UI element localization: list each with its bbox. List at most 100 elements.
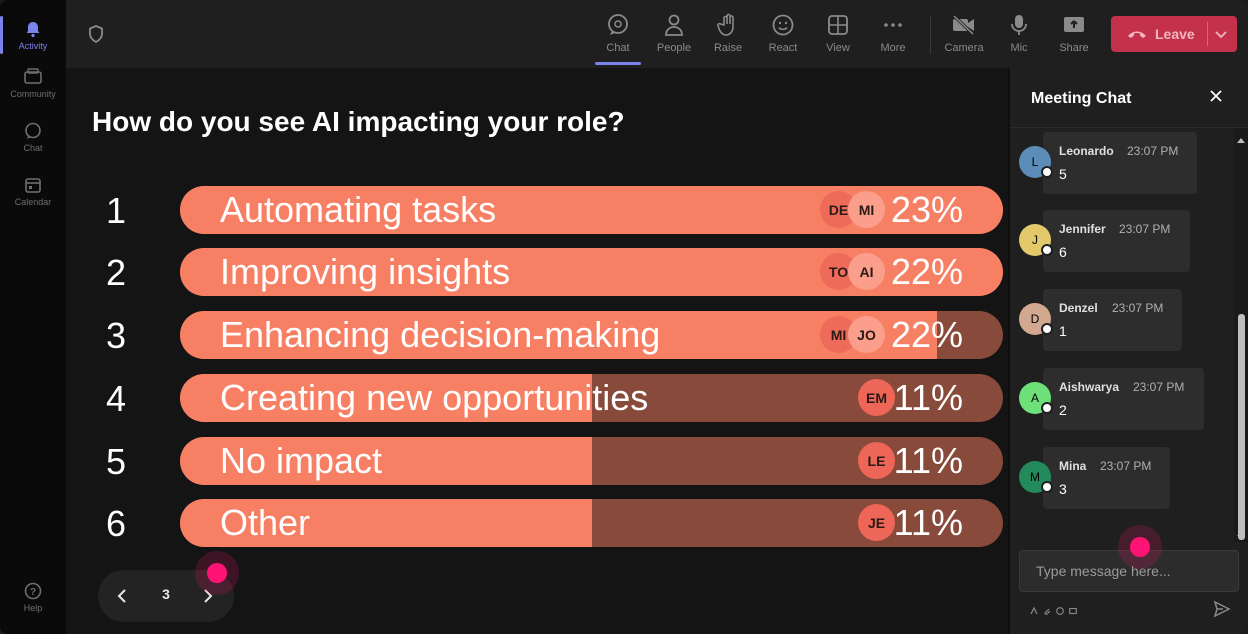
option-percent: 11% [893, 502, 963, 543]
voter-avatar: MI [848, 191, 885, 228]
camera-button[interactable]: Camera [939, 8, 989, 62]
option-label: No impact [220, 440, 383, 481]
meeting-chat-panel: Meeting Chat Leonardo 23:07 PM 5 L Jenni… [1010, 68, 1248, 634]
phone-hangup-icon [1127, 28, 1147, 40]
scroll-down-icon[interactable] [1237, 528, 1245, 540]
status-dot [1041, 402, 1053, 414]
chat-button[interactable]: Chat [593, 8, 643, 65]
toolbar-label: Chat [606, 42, 630, 54]
camera-off-icon [951, 12, 977, 38]
mic-icon [1006, 12, 1032, 38]
option-percent: 11% [893, 377, 963, 418]
message-input[interactable] [1020, 551, 1238, 591]
message-text: 1 [1059, 323, 1067, 339]
meeting-toolbar: Chat People Raise React View More Camera… [66, 0, 1248, 68]
raise-hand-button[interactable]: Raise [703, 8, 753, 62]
share-button[interactable]: Share [1049, 8, 1099, 62]
option-label: Improving insights [220, 251, 511, 292]
option-label: Creating new opportunities [220, 377, 649, 418]
option-percent: 23% [890, 189, 963, 230]
status-dot [1041, 166, 1053, 178]
scrollbar-thumb[interactable] [1238, 314, 1245, 540]
avatar-initial: L [1031, 155, 1039, 169]
chat-message: Denzel 23:07 PM 1 D [1010, 289, 1234, 353]
avatar-initial: M [1030, 470, 1040, 484]
people-icon [661, 12, 687, 38]
option-bar: Automating tasks DE MI 23% [180, 186, 1003, 234]
chat-scrollbar[interactable] [1234, 128, 1248, 542]
toolbar-label: More [880, 42, 906, 54]
message-bubble: Aishwarya 23:07 PM 2 [1043, 368, 1204, 430]
gif-icon[interactable] [1069, 602, 1077, 615]
option-number: 6 [106, 503, 127, 544]
chat-header: Meeting Chat [1010, 68, 1248, 128]
option-bar: Improving insights TO AI 22% [180, 248, 1003, 296]
pointer-indicator [207, 563, 227, 583]
shield-icon[interactable] [86, 24, 106, 44]
chevron-down-icon[interactable] [1213, 26, 1229, 42]
poll-option-row: 4 Creating new opportunities EM 11% [66, 374, 1008, 422]
attach-icon[interactable] [1043, 602, 1051, 615]
avatar: M [1019, 461, 1053, 493]
rail-item-label: Help [23, 603, 43, 613]
leave-button[interactable]: Leave [1111, 16, 1237, 52]
community-icon [23, 67, 43, 87]
chat-message-list: Leonardo 23:07 PM 5 L Jennifer 23:07 PM … [1010, 128, 1234, 542]
people-button[interactable]: People [649, 8, 699, 62]
emoji-icon[interactable] [1056, 602, 1064, 615]
message-text: 6 [1059, 244, 1067, 260]
view-icon [825, 12, 851, 38]
chat-icon [605, 12, 631, 38]
chat-message: Leonardo 23:07 PM 5 L [1010, 132, 1234, 196]
option-label: Automating tasks [220, 189, 497, 230]
more-button[interactable]: More [868, 8, 918, 62]
option-label: Enhancing decision-making [220, 314, 661, 355]
option-label: Other [220, 502, 311, 543]
scroll-up-icon[interactable] [1237, 132, 1245, 143]
message-author: Aishwarya [1059, 380, 1120, 394]
option-bar: Other JE 11% [180, 499, 1003, 547]
avatar-initial: A [1030, 391, 1039, 405]
format-icon[interactable] [1030, 602, 1038, 615]
rail-item-label: Activity [18, 41, 48, 51]
rail-item-help[interactable]: ? Help [4, 572, 62, 622]
view-button[interactable]: View [813, 8, 863, 62]
raise-hand-icon [715, 12, 741, 38]
message-text: 3 [1059, 481, 1067, 497]
message-author: Mina [1059, 459, 1087, 473]
toolbar-label: View [826, 42, 850, 54]
status-dot [1041, 323, 1053, 335]
message-time: 23:07 PM [1119, 222, 1171, 236]
rail-item-label: Calendar [14, 197, 52, 207]
rail-item-community[interactable]: Community [4, 58, 62, 108]
format-toolbar [1030, 602, 1077, 615]
rail-item-activity[interactable]: Activity [0, 10, 62, 60]
pointer-indicator [1130, 537, 1150, 557]
send-icon[interactable] [1213, 600, 1231, 618]
message-time: 23:07 PM [1100, 459, 1152, 473]
page-number: 3 [162, 586, 170, 602]
chevron-left-icon[interactable] [112, 586, 132, 606]
chat-icon [23, 121, 43, 141]
toolbar-label: Raise [713, 42, 743, 54]
message-bubble: Leonardo 23:07 PM 5 [1043, 132, 1197, 194]
mic-button[interactable]: Mic [994, 8, 1044, 62]
option-bar: Creating new opportunities EM 11% [180, 374, 1003, 422]
status-dot [1041, 244, 1053, 256]
avatar: A [1019, 382, 1053, 414]
voter-avatar: JE [858, 504, 895, 541]
message-bubble: Denzel 23:07 PM 1 [1043, 289, 1182, 351]
message-time: 23:07 PM [1112, 301, 1164, 315]
poll-option-row: 3 Enhancing decision-making MI JO 22% [66, 311, 1008, 359]
option-percent: 22% [890, 314, 963, 355]
message-time: 23:07 PM [1127, 144, 1179, 158]
bell-icon [23, 19, 43, 39]
rail-item-chat[interactable]: Chat [4, 112, 62, 162]
close-icon[interactable] [1208, 88, 1224, 104]
status-dot [1041, 481, 1053, 493]
voter-avatar: JO [848, 316, 885, 353]
react-button[interactable]: React [758, 8, 808, 62]
voter-avatar: LE [858, 442, 895, 479]
chevron-right-icon[interactable] [198, 586, 218, 606]
rail-item-calendar[interactable]: Calendar [4, 166, 62, 216]
